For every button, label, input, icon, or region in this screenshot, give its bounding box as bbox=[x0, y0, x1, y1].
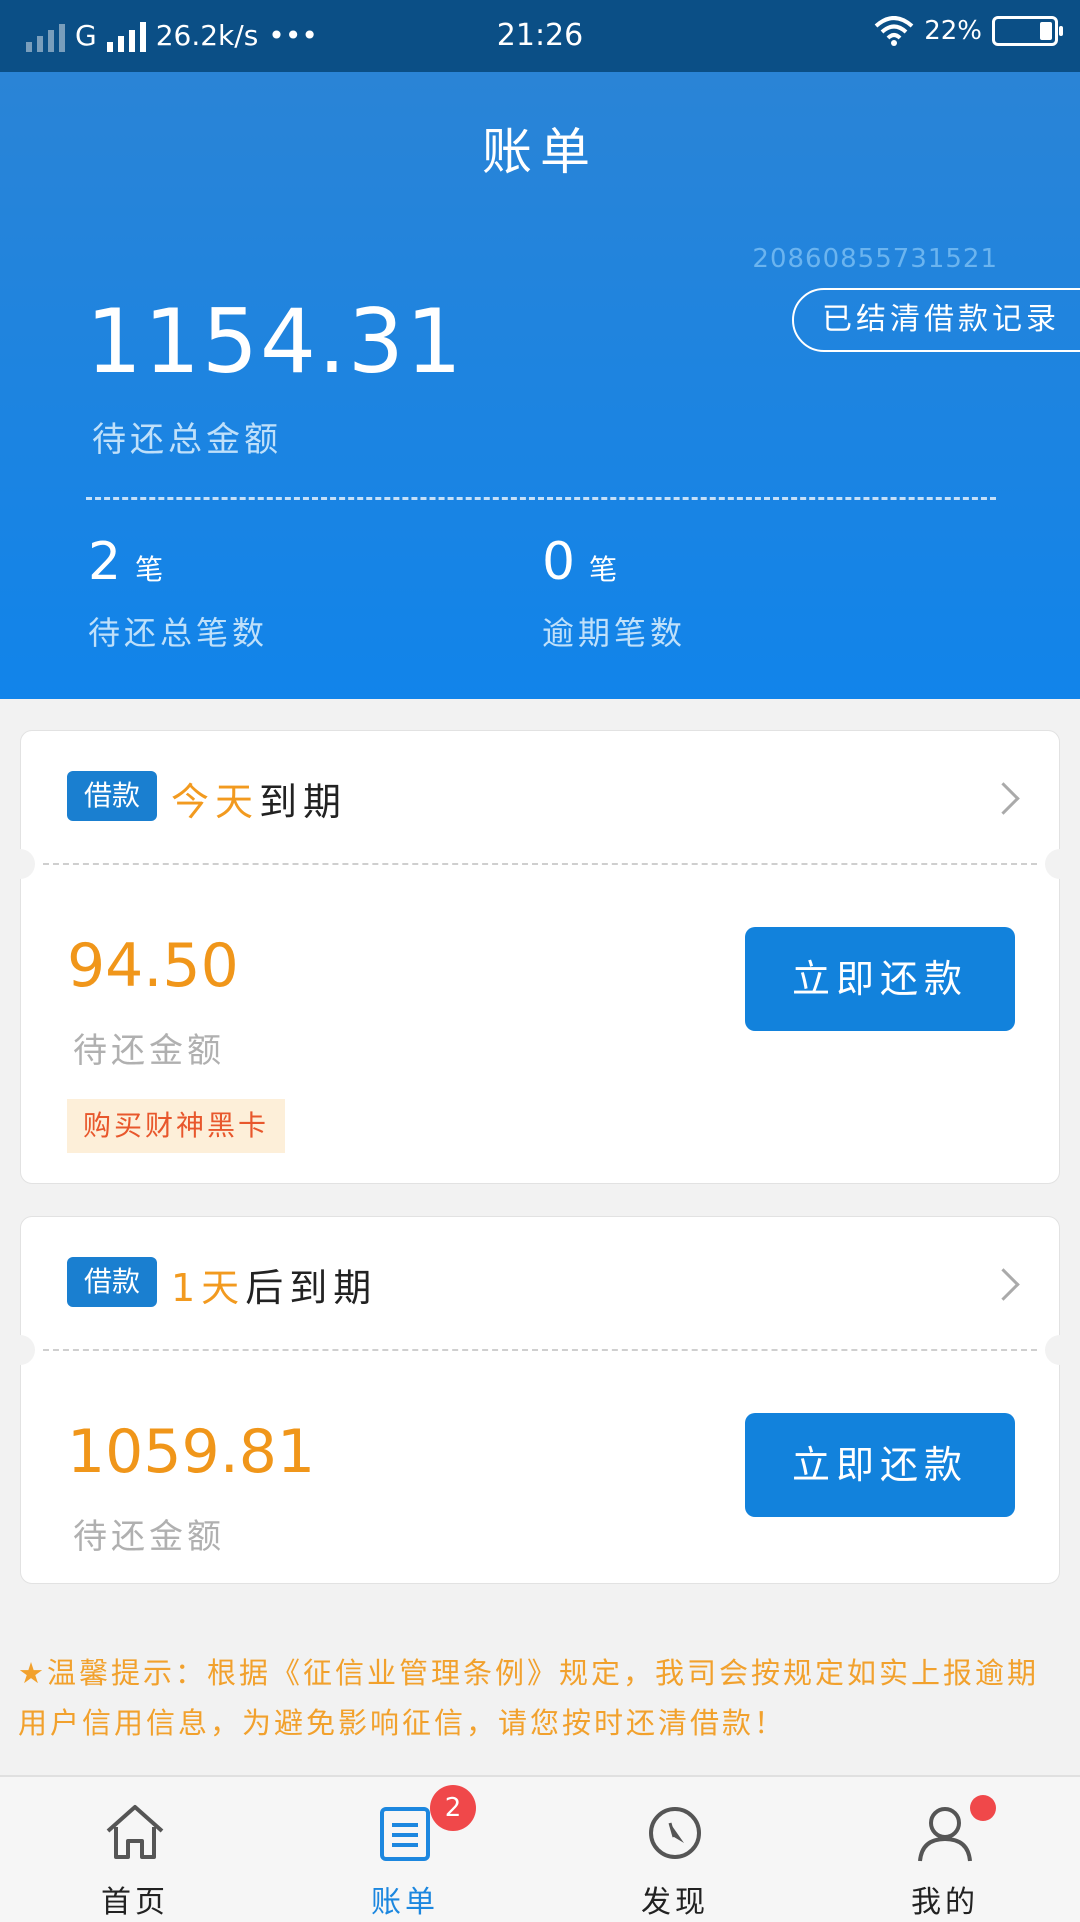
card-notch-left bbox=[5, 1335, 35, 1365]
credit-notice: ★温馨提示：根据《征信业管理条例》规定，我司会按规定如实上报逾期用户信用信息，为… bbox=[18, 1656, 1039, 1740]
wifi-icon bbox=[874, 16, 914, 46]
stat-value: 2 bbox=[88, 532, 122, 592]
bill-amount-label: 待还金额 bbox=[73, 1517, 225, 1557]
stat-value: 0 bbox=[542, 532, 576, 592]
card-notch-right bbox=[1045, 1335, 1075, 1365]
total-amount-label: 待还总金额 bbox=[92, 420, 282, 460]
bill-header: 账单 20860855731521 已结清借款记录 1154.31 待还总金额 … bbox=[0, 72, 1080, 699]
due-highlight: 1天 bbox=[171, 1266, 246, 1310]
chevron-right-icon[interactable] bbox=[987, 782, 1020, 815]
bill-amount-label: 待还金额 bbox=[73, 1031, 225, 1071]
due-text: 到期 bbox=[259, 780, 348, 824]
due-highlight: 今天 bbox=[171, 780, 260, 824]
notification-dot bbox=[970, 1795, 996, 1821]
repay-now-button[interactable]: 立即还款 bbox=[745, 1413, 1015, 1517]
stat-overdue-count: 0笔 逾期笔数 bbox=[542, 532, 686, 654]
nav-label: 我的 bbox=[911, 1885, 979, 1920]
nav-item-home[interactable]: 首页 bbox=[0, 1777, 270, 1922]
nav-label: 账单 bbox=[371, 1885, 439, 1920]
bill-amount: 94.50 bbox=[67, 931, 239, 1001]
nav-item-bill[interactable]: 2 账单 bbox=[270, 1777, 540, 1922]
battery-icon bbox=[992, 16, 1063, 46]
compass-icon bbox=[649, 1807, 701, 1859]
total-amount: 1154.31 bbox=[86, 290, 464, 393]
bill-amount: 1059.81 bbox=[67, 1417, 316, 1487]
loan-tag: 借款 bbox=[67, 771, 157, 821]
nav-item-mine[interactable]: 我的 bbox=[810, 1777, 1080, 1922]
bill-count-badge: 2 bbox=[430, 1785, 476, 1831]
card-separator bbox=[43, 863, 1037, 865]
nav-item-discover[interactable]: 发现 bbox=[540, 1777, 810, 1922]
stat-unit: 笔 bbox=[135, 553, 164, 586]
card-notch-left bbox=[5, 849, 35, 879]
battery-percent: 22% bbox=[924, 16, 982, 46]
header-divider bbox=[86, 497, 996, 500]
settled-history-button[interactable]: 已结清借款记录 bbox=[792, 288, 1080, 352]
card-separator bbox=[43, 1349, 1037, 1351]
bottom-nav: 首页 2 账单 发现 我的 bbox=[0, 1775, 1080, 1922]
due-text: 后到期 bbox=[245, 1266, 378, 1310]
due-info[interactable]: 今天到期 bbox=[171, 771, 347, 826]
nav-label: 首页 bbox=[101, 1885, 169, 1920]
loan-tag: 借款 bbox=[67, 1257, 157, 1307]
promo-black-card[interactable]: 购买财神黑卡 bbox=[67, 1099, 286, 1153]
page-title: 账单 bbox=[482, 123, 598, 181]
due-info[interactable]: 1天后到期 bbox=[171, 1257, 377, 1312]
bill-card-today: 借款 今天到期 94.50 待还金额 立即还款 购买财神黑卡 bbox=[5, 730, 1075, 1184]
bill-card-tomorrow: 借款 1天后到期 1059.81 待还金额 立即还款 bbox=[5, 1216, 1075, 1584]
repay-now-button[interactable]: 立即还款 bbox=[745, 927, 1015, 1031]
home-icon bbox=[106, 1805, 164, 1859]
stat-label: 待还总笔数 bbox=[88, 614, 269, 652]
serial-number: 20860855731521 bbox=[752, 244, 998, 274]
stat-label: 逾期笔数 bbox=[542, 614, 687, 652]
stat-unit: 笔 bbox=[589, 553, 618, 586]
card-notch-right bbox=[1045, 849, 1075, 879]
stat-pending-count: 2笔 待还总笔数 bbox=[88, 532, 268, 654]
nav-label: 发现 bbox=[641, 1885, 709, 1920]
chevron-right-icon[interactable] bbox=[987, 1268, 1020, 1301]
status-bar: G 26.2k/s ••• 21:26 22% bbox=[0, 0, 1080, 72]
status-right: 22% bbox=[874, 16, 1063, 46]
